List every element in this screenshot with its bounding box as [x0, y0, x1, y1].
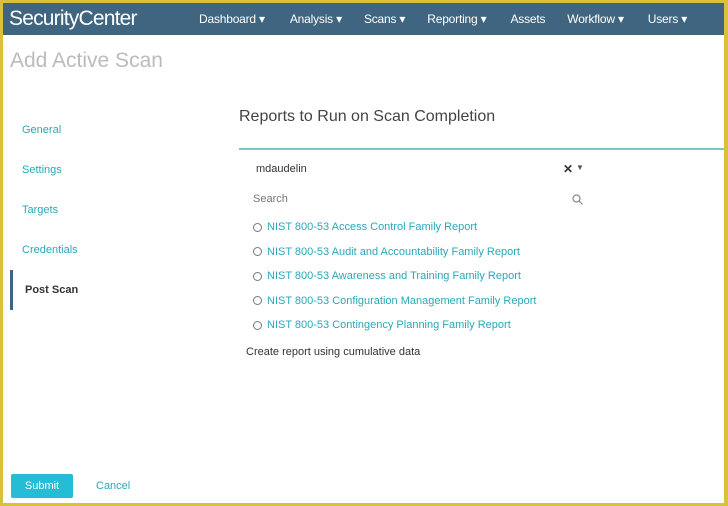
caret-down-icon: ▾: [678, 12, 688, 26]
page-title: Add Active Scan: [10, 49, 163, 72]
report-label: NIST 800-53 Configuration Management Fam…: [267, 294, 537, 307]
radio-button[interactable]: [253, 222, 262, 232]
report-option[interactable]: NIST 800-53 Awareness and Training Famil…: [253, 270, 521, 282]
submit-button[interactable]: Submit: [11, 474, 73, 498]
caret-down-icon: ▾: [477, 12, 487, 26]
top-nav: SecurityCenter Dashboard ▾ Analysis ▾ Scan…: [3, 3, 724, 35]
app-window: SecurityCenter Dashboard ▾ Analysis ▾ Scan…: [3, 3, 724, 503]
report-option[interactable]: NIST 800-53 Access Control Family Report: [253, 221, 477, 233]
caret-down-icon: ▾: [332, 12, 342, 26]
nav-analysis[interactable]: Analysis ▾: [290, 12, 342, 26]
sidebar-item-general[interactable]: General: [10, 110, 210, 150]
nav-label: Users: [647, 12, 679, 26]
caret-down-icon: ▾: [255, 12, 265, 26]
clear-icon[interactable]: ✕: [563, 162, 573, 176]
cumulative-data-label[interactable]: Create report using cumulative data: [246, 346, 420, 358]
report-label: NIST 800-53 Access Control Family Report: [267, 221, 478, 233]
search-input[interactable]: [253, 193, 553, 205]
cancel-button[interactable]: Cancel: [96, 480, 130, 492]
nav-label: Reporting: [427, 12, 478, 26]
nav-label: Analysis: [289, 12, 333, 26]
nav-reporting[interactable]: Reporting ▾: [427, 12, 486, 26]
owner-select[interactable]: mdaudelin: [256, 163, 307, 175]
search-icon[interactable]: [572, 194, 583, 205]
sidebar-item-settings[interactable]: Settings: [10, 150, 210, 190]
logo: SecurityCenter: [9, 7, 138, 30]
sidebar-item-credentials[interactable]: Credentials: [10, 230, 210, 270]
sidebar-item-targets[interactable]: Targets: [10, 190, 210, 230]
report-option[interactable]: NIST 800-53 Audit and Accountability Fam…: [253, 246, 520, 258]
report-option[interactable]: NIST 800-53 Configuration Management Fam…: [253, 295, 536, 307]
nav-label: Workflow: [567, 12, 615, 26]
report-label: NIST 800-53 Contingency Planning Family …: [267, 319, 511, 331]
nav-label: Scans: [363, 12, 397, 26]
nav-assets[interactable]: Assets: [510, 12, 545, 26]
nav-label: Assets: [510, 12, 546, 26]
divider: [239, 148, 724, 150]
radio-button[interactable]: [253, 296, 262, 305]
nav-users[interactable]: Users ▾: [647, 12, 688, 26]
section-heading: Reports to Run on Scan Completion: [239, 108, 496, 125]
nav-workflow[interactable]: Workflow ▾: [567, 12, 624, 26]
caret-down-icon: ▾: [396, 12, 406, 26]
chevron-down-icon[interactable]: ▼: [576, 163, 584, 172]
report-label: NIST 800-53 Audit and Accountability Fam…: [267, 245, 520, 258]
nav-menu: Dashboard ▾ Analysis ▾ Scans ▾ Reporting ▾ A…: [199, 12, 687, 26]
report-option[interactable]: NIST 800-53 Contingency Planning Family …: [253, 319, 511, 331]
nav-scans[interactable]: Scans ▾: [363, 12, 406, 26]
radio-button[interactable]: [253, 271, 262, 281]
sidebar-item-post-scan[interactable]: Post Scan: [10, 270, 210, 310]
caret-down-icon: ▾: [614, 12, 624, 26]
radio-button[interactable]: [253, 247, 262, 256]
nav-dashboard[interactable]: Dashboard ▾: [199, 12, 265, 26]
report-label: NIST 800-53 Awareness and Training Famil…: [267, 270, 521, 282]
nav-label: Dashboard: [199, 12, 256, 26]
sidebar: General Settings Targets Credentials Pos…: [10, 110, 210, 310]
radio-button[interactable]: [253, 320, 262, 330]
